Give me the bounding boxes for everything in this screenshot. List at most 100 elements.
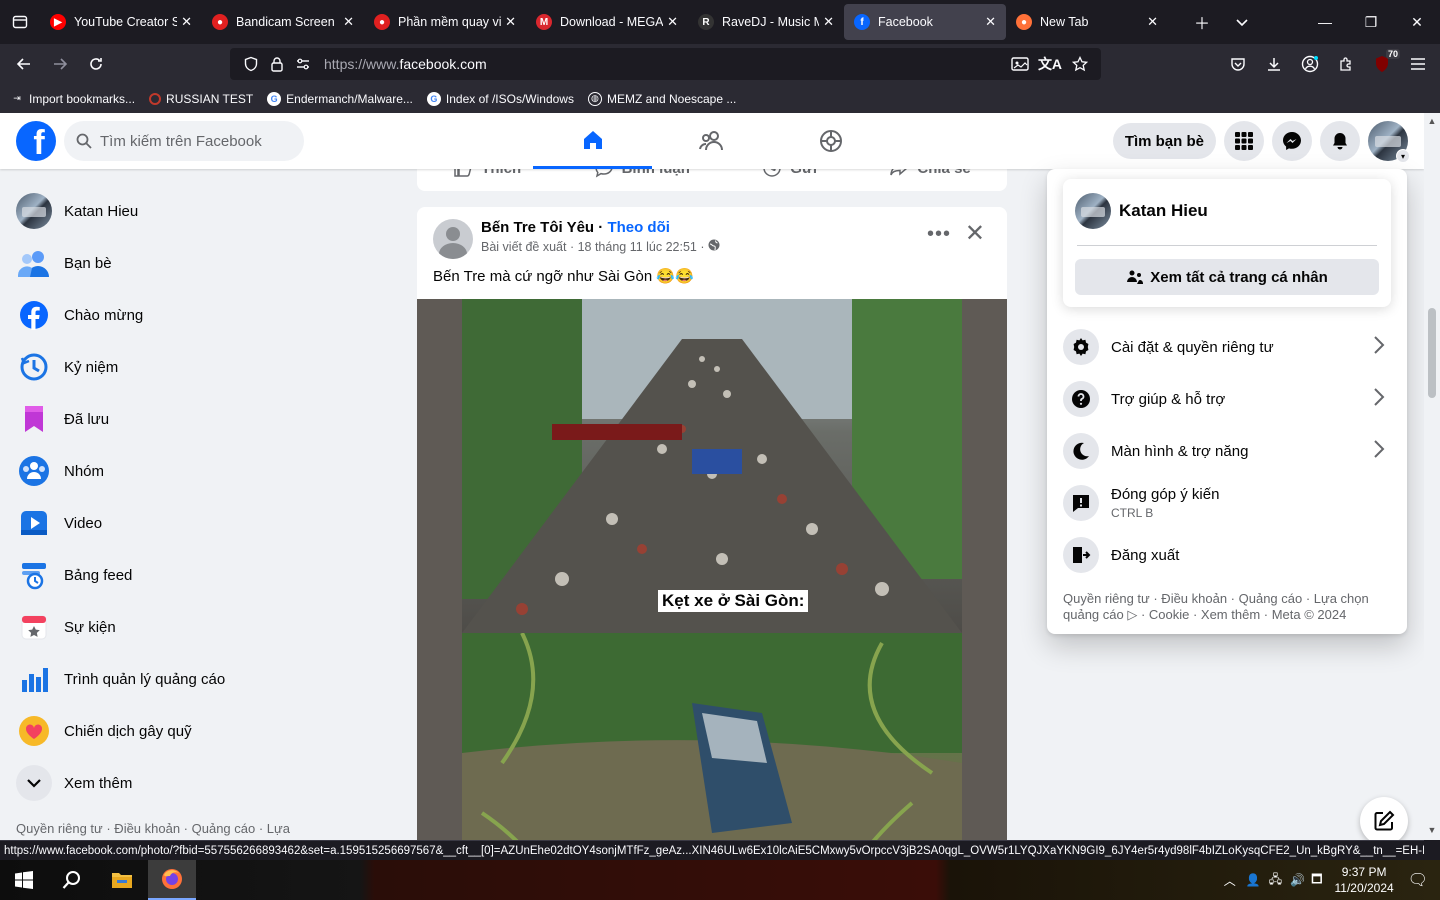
sidebar-item-groups[interactable]: Nhóm <box>8 445 308 497</box>
menu-item-label: Màn hình & trợ năng <box>1111 442 1249 460</box>
facebook-logo-icon[interactable]: f <box>16 121 56 161</box>
post-author-link[interactable]: Bến Tre Tôi Yêu <box>481 219 594 236</box>
sidebar-item-chevron-down[interactable]: Xem thêm <box>8 757 308 809</box>
moon-icon <box>1063 433 1099 469</box>
tab-close-icon[interactable]: ✕ <box>823 14 834 30</box>
messenger-button[interactable] <box>1272 121 1312 161</box>
file-explorer-icon[interactable] <box>98 860 146 900</box>
tab-close-icon[interactable]: ✕ <box>181 14 192 30</box>
network-icon[interactable]: 🖧 <box>1269 870 1282 891</box>
taskbar-clock[interactable]: 9:37 PM 11/20/2024 <box>1335 864 1394 896</box>
post-options-icon[interactable]: ••• <box>927 223 951 246</box>
app-menu-hamburger-icon[interactable] <box>1400 46 1436 82</box>
menu-item-logout[interactable]: Đăng xuất <box>1055 529 1399 581</box>
page-avatar[interactable] <box>433 219 473 259</box>
find-friends-button[interactable]: Tìm bạn bè <box>1112 123 1216 159</box>
bookmark-isos-windows[interactable]: G Index of /ISOs/Windows <box>426 91 574 106</box>
sidebar-item-feeds[interactable]: Bảng feed <box>8 549 308 601</box>
scrollbar-thumb[interactable] <box>1428 308 1436 398</box>
scroll-down-arrow-icon[interactable]: ▼ <box>1427 825 1437 835</box>
facebook-search-input[interactable]: Tìm kiếm trên Facebook <box>64 121 304 161</box>
bookmark-endermanch[interactable]: G Endermanch/Malware... <box>267 91 413 106</box>
volume-icon[interactable]: 🔊 <box>1290 873 1305 887</box>
windows-start-icon[interactable] <box>0 860 48 900</box>
post-photo[interactable]: Kẹt xe ở Sài Gòn: <box>417 299 1007 840</box>
post-timestamp[interactable]: Bài viết đề xuất · 18 tháng 11 lúc 22:51… <box>481 240 705 254</box>
sidebar-item-fundraiser[interactable]: Chiến dịch gây quỹ <box>8 705 308 757</box>
tab-facebook[interactable]: f Facebook ✕ <box>844 4 1006 40</box>
account-icon[interactable] <box>1292 46 1328 82</box>
menu-item-help[interactable]: Trợ giúp & hỗ trợ <box>1055 373 1399 425</box>
url-bar[interactable]: https://www.facebook.com 文A <box>230 48 1101 80</box>
sidebar-item-events[interactable]: Sự kiện <box>8 601 308 653</box>
tab-friends[interactable] <box>652 113 771 169</box>
follow-link[interactable]: Theo dõi <box>607 219 670 236</box>
url-text[interactable]: https://www.facebook.com <box>324 56 487 72</box>
menu-item-feedback[interactable]: Đóng góp ý kiến CTRL B <box>1055 477 1399 529</box>
menu-item-settings-gear[interactable]: Cài đặt & quyền riêng tư <box>1055 321 1399 373</box>
ublock-extension-icon[interactable]: 70 <box>1364 46 1400 82</box>
downloads-icon[interactable] <box>1256 46 1292 82</box>
lock-icon[interactable] <box>264 51 290 77</box>
dropdown-footer-links[interactable]: Quyền riêng tư · Điều khoản · Quảng cáo … <box>1063 591 1393 623</box>
tab-home[interactable] <box>533 113 652 169</box>
see-all-profiles-button[interactable]: Xem tất cả trang cá nhân <box>1075 259 1379 295</box>
reload-button[interactable] <box>78 46 114 82</box>
new-message-button[interactable] <box>1360 797 1408 840</box>
tab-close-icon[interactable]: ✕ <box>343 14 354 30</box>
tab-close-icon[interactable]: ✕ <box>667 14 678 30</box>
account-avatar-button[interactable]: ▾ <box>1368 121 1410 163</box>
bookmark-russian-test[interactable]: RUSSIAN TEST <box>149 92 253 106</box>
sidebar-item-facebook[interactable]: Chào mừng <box>8 289 308 341</box>
tab-ravedj[interactable]: R RaveDJ - Music Mix✕ <box>688 4 844 40</box>
tab-bandicam[interactable]: ● Bandicam Screen Re ✕ <box>202 4 364 40</box>
tab-firefox[interactable]: ● New Tab ✕ <box>1006 4 1168 40</box>
tab-youtube[interactable]: ▶ YouTube Creator St ✕ <box>40 4 202 40</box>
bookmark-import[interactable]: ⇥ Import bookmarks... <box>10 92 135 106</box>
tab-bandicam[interactable]: ● Phần mềm quay vid ✕ <box>364 4 526 40</box>
sidebar-item-memories-clock[interactable]: Kỷ niệm <box>8 341 308 393</box>
tab-close-icon[interactable]: ✕ <box>505 14 516 30</box>
tab-gaming[interactable] <box>771 113 890 169</box>
new-tab-button[interactable]: ＋ <box>1182 0 1222 44</box>
extensions-puzzle-icon[interactable] <box>1328 46 1364 82</box>
tracking-protection-shield-icon[interactable] <box>238 51 264 77</box>
back-button[interactable] <box>6 46 42 82</box>
list-all-tabs-icon[interactable] <box>1222 0 1262 44</box>
page-scrollbar[interactable]: ▲ ▼ <box>1424 113 1440 840</box>
menu-item-label: Đăng xuất <box>1111 546 1180 564</box>
notifications-center-icon[interactable]: 🗨 <box>1408 870 1428 890</box>
picture-in-picture-icon[interactable] <box>1007 51 1033 77</box>
permissions-icon[interactable] <box>290 51 316 77</box>
menu-grid-button[interactable] <box>1224 121 1264 161</box>
sidebar-item-profile[interactable]: Katan Hieu <box>8 185 308 237</box>
tab-title: Facebook <box>878 15 933 29</box>
tab-mega[interactable]: M Download - MEGA ✕ <box>526 4 688 40</box>
minimize-button[interactable]: — <box>1302 0 1348 44</box>
bookmark-star-icon[interactable] <box>1067 51 1093 77</box>
sidebar-item-saved-bookmark[interactable]: Đã lưu <box>8 393 308 445</box>
close-window-button[interactable]: ✕ <box>1394 0 1440 44</box>
bookmark-memz[interactable]: ◍ MEMZ and Noescape ... <box>587 91 736 106</box>
profile-link[interactable]: Katan Hieu <box>1075 193 1208 229</box>
language-icon[interactable]: 🗖 <box>1311 870 1322 891</box>
show-hidden-icons-chevron-icon[interactable]: ︿ <box>1224 872 1236 889</box>
scroll-up-arrow-icon[interactable]: ▲ <box>1427 116 1437 126</box>
tab-close-icon[interactable]: ✕ <box>1147 14 1158 30</box>
pocket-icon[interactable] <box>1220 46 1256 82</box>
tab-overview-icon[interactable] <box>0 0 40 44</box>
firefox-taskbar-icon[interactable] <box>148 860 196 900</box>
user-tray-icon[interactable]: 👤 <box>1246 873 1261 887</box>
restore-button[interactable]: ❐ <box>1348 0 1394 44</box>
sidebar-item-friends[interactable]: Bạn bè <box>8 237 308 289</box>
hide-post-close-icon[interactable]: ✕ <box>965 219 985 248</box>
translate-icon[interactable]: 文A <box>1037 51 1063 77</box>
sidebar-item-ads-manager[interactable]: Trình quản lý quảng cáo <box>8 653 308 705</box>
forward-button[interactable] <box>42 46 78 82</box>
tab-close-icon[interactable]: ✕ <box>985 14 996 30</box>
menu-item-moon[interactable]: Màn hình & trợ năng <box>1055 425 1399 477</box>
search-icon[interactable] <box>48 860 96 900</box>
sidebar-footer-links[interactable]: Quyền riêng tư · Điều khoản · Quảng cáo … <box>16 821 290 836</box>
sidebar-item-video[interactable]: Video <box>8 497 308 549</box>
notifications-button[interactable] <box>1320 121 1360 161</box>
